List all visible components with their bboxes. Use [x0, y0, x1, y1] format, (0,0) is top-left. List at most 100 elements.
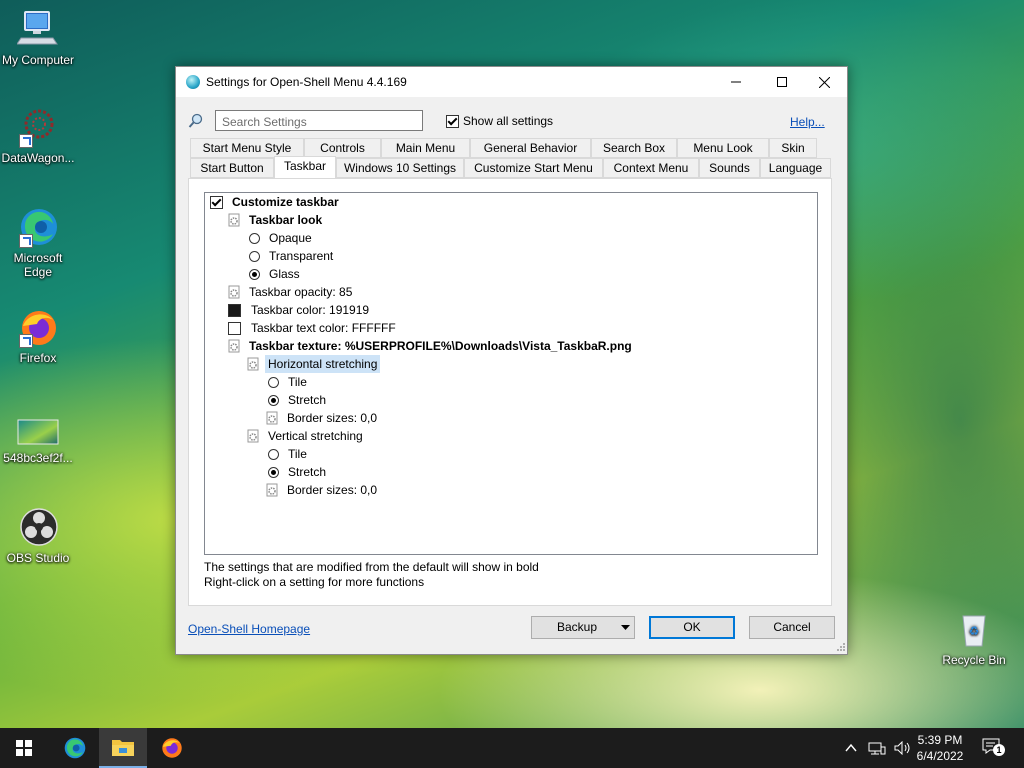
- tab-general-behavior[interactable]: General Behavior: [470, 138, 591, 158]
- help-link[interactable]: Help...: [790, 115, 825, 129]
- tree-item-label: Border sizes: 0,0: [287, 483, 378, 497]
- radio-h-tile[interactable]: Tile: [268, 373, 310, 391]
- notification-center-button[interactable]: 1: [982, 738, 1005, 758]
- desktop-icon-label: My Computer: [1, 53, 75, 67]
- tree-item-taskbar-texture[interactable]: Taskbar texture: %USERPROFILE%\Downloads…: [228, 337, 635, 355]
- desktop-icon-firefox[interactable]: Firefox: [0, 306, 76, 365]
- search-magnifier-icon: [188, 113, 204, 132]
- desktop-icon-label: Microsoft Edge: [13, 251, 63, 279]
- obs-icon: [17, 506, 59, 548]
- tree-item-taskbar-opacity[interactable]: Taskbar opacity: 85: [228, 283, 355, 301]
- tree-item-vertical-stretching[interactable]: Vertical stretching: [247, 427, 366, 445]
- color-swatch: [228, 303, 241, 317]
- radio-button[interactable]: [268, 448, 279, 460]
- desktop-icon-edge[interactable]: Microsoft Edge: [0, 206, 76, 279]
- radio-glass[interactable]: Glass: [249, 265, 303, 283]
- close-icon: [818, 76, 830, 88]
- svg-text:♻: ♻: [969, 624, 980, 638]
- taskbar-edge[interactable]: [51, 728, 99, 768]
- radio-button-selected[interactable]: [249, 268, 260, 280]
- edge-icon: [64, 737, 86, 759]
- start-button[interactable]: [0, 728, 48, 768]
- tab-search-box[interactable]: Search Box: [591, 138, 677, 158]
- desktop-icon-obs-studio[interactable]: OBS Studio: [0, 506, 76, 565]
- setting-gear-icon: [247, 429, 259, 443]
- tree-item-taskbar-look[interactable]: Taskbar look: [228, 211, 325, 229]
- radio-opaque[interactable]: Opaque: [249, 229, 315, 247]
- tab-controls[interactable]: Controls: [304, 138, 381, 158]
- radio-button-selected[interactable]: [268, 394, 279, 406]
- setting-gear-icon: [266, 483, 278, 497]
- radio-v-stretch[interactable]: Stretch: [268, 463, 329, 481]
- notification-badge: 1: [993, 744, 1005, 756]
- minimize-button[interactable]: [713, 67, 759, 97]
- radio-label: Stretch: [288, 465, 327, 479]
- tree-item-taskbar-text-color[interactable]: Taskbar text color: FFFFFF: [228, 319, 399, 337]
- close-button[interactable]: [801, 67, 847, 97]
- radio-button[interactable]: [249, 232, 260, 244]
- taskbar-firefox[interactable]: [148, 728, 196, 768]
- open-shell-homepage-link[interactable]: Open-Shell Homepage: [188, 622, 310, 636]
- tree-item-label: Taskbar text color: FFFFFF: [251, 321, 396, 335]
- setting-gear-icon: [228, 285, 240, 299]
- tab-skin[interactable]: Skin: [769, 138, 817, 158]
- desktop-icon-recycle-bin[interactable]: ♻ Recycle Bin: [936, 608, 1012, 667]
- backup-button[interactable]: Backup: [531, 616, 635, 639]
- tab-start-button[interactable]: Start Button: [190, 158, 274, 178]
- tab-customize-start-menu[interactable]: Customize Start Menu: [464, 158, 603, 178]
- tab-windows-10-settings[interactable]: Windows 10 Settings: [336, 158, 464, 178]
- taskbar-clock[interactable]: 5:39 PM 6/4/2022: [912, 732, 968, 764]
- radio-label: Transparent: [269, 249, 334, 263]
- radio-button[interactable]: [268, 376, 279, 388]
- cancel-button[interactable]: Cancel: [749, 616, 835, 639]
- window-title: Settings for Open-Shell Menu 4.4.169: [206, 75, 407, 89]
- radio-v-tile[interactable]: Tile: [268, 445, 310, 463]
- tab-menu-look[interactable]: Menu Look: [677, 138, 769, 158]
- search-input[interactable]: [220, 112, 422, 131]
- tab-taskbar[interactable]: Taskbar: [274, 156, 336, 178]
- tree-item-taskbar-color[interactable]: Taskbar color: 191919: [228, 301, 372, 319]
- customize-taskbar-checkbox[interactable]: [210, 195, 223, 209]
- tree-item-horizontal-stretching[interactable]: Horizontal stretching: [247, 355, 381, 373]
- dropdown-arrow-icon: [621, 625, 630, 630]
- firefox-icon: [162, 738, 182, 758]
- tree-item-label: Taskbar opacity: 85: [249, 285, 353, 299]
- tab-start-menu-style[interactable]: Start Menu Style: [190, 138, 304, 158]
- radio-label: Glass: [269, 267, 300, 281]
- maximize-button[interactable]: [759, 67, 805, 97]
- desktop-icon-label: Firefox: [19, 351, 57, 365]
- search-settings-box[interactable]: [215, 110, 423, 131]
- tab-sounds[interactable]: Sounds: [699, 158, 760, 178]
- title-bar[interactable]: Settings for Open-Shell Menu 4.4.169: [176, 67, 847, 97]
- desktop-icon-datawagon[interactable]: DataWagon...: [0, 106, 76, 165]
- desktop-icon-my-computer[interactable]: My Computer: [0, 8, 76, 67]
- ok-button[interactable]: OK: [649, 616, 735, 639]
- desktop-icon-label: 548bc3ef2f...: [3, 451, 73, 465]
- tree-item-label: Taskbar color: 191919: [251, 303, 370, 317]
- tab-context-menu[interactable]: Context Menu: [603, 158, 699, 178]
- desktop-icon-image-file[interactable]: 548bc3ef2f...: [0, 416, 76, 465]
- setting-gear-icon: [247, 357, 259, 371]
- tab-language[interactable]: Language: [760, 158, 831, 178]
- tree-item-label: Border sizes: 0,0: [287, 411, 378, 425]
- taskbar: 5:39 PM 6/4/2022 1: [0, 728, 1024, 768]
- tree-item-v-border-sizes[interactable]: Border sizes: 0,0: [266, 481, 380, 499]
- resize-grip-icon[interactable]: [836, 642, 846, 652]
- chevron-up-icon[interactable]: [844, 741, 858, 755]
- radio-button-selected[interactable]: [268, 466, 279, 478]
- folder-icon: [112, 740, 134, 756]
- taskbar-file-explorer[interactable]: [99, 728, 147, 768]
- volume-icon[interactable]: [894, 741, 912, 755]
- radio-h-stretch[interactable]: Stretch: [268, 391, 329, 409]
- show-all-settings[interactable]: Show all settings: [446, 114, 553, 128]
- tab-main-menu[interactable]: Main Menu: [381, 138, 470, 158]
- network-icon[interactable]: [868, 741, 886, 755]
- edge-icon: [17, 206, 59, 248]
- radio-transparent[interactable]: Transparent: [249, 247, 336, 265]
- radio-button[interactable]: [249, 250, 260, 262]
- tree-item-h-border-sizes[interactable]: Border sizes: 0,0: [266, 409, 380, 427]
- clock-date: 6/4/2022: [916, 749, 964, 763]
- show-all-checkbox[interactable]: [446, 114, 459, 128]
- tree-item-customize-taskbar[interactable]: Customize taskbar: [210, 193, 342, 211]
- shortcut-arrow-icon: [19, 234, 33, 248]
